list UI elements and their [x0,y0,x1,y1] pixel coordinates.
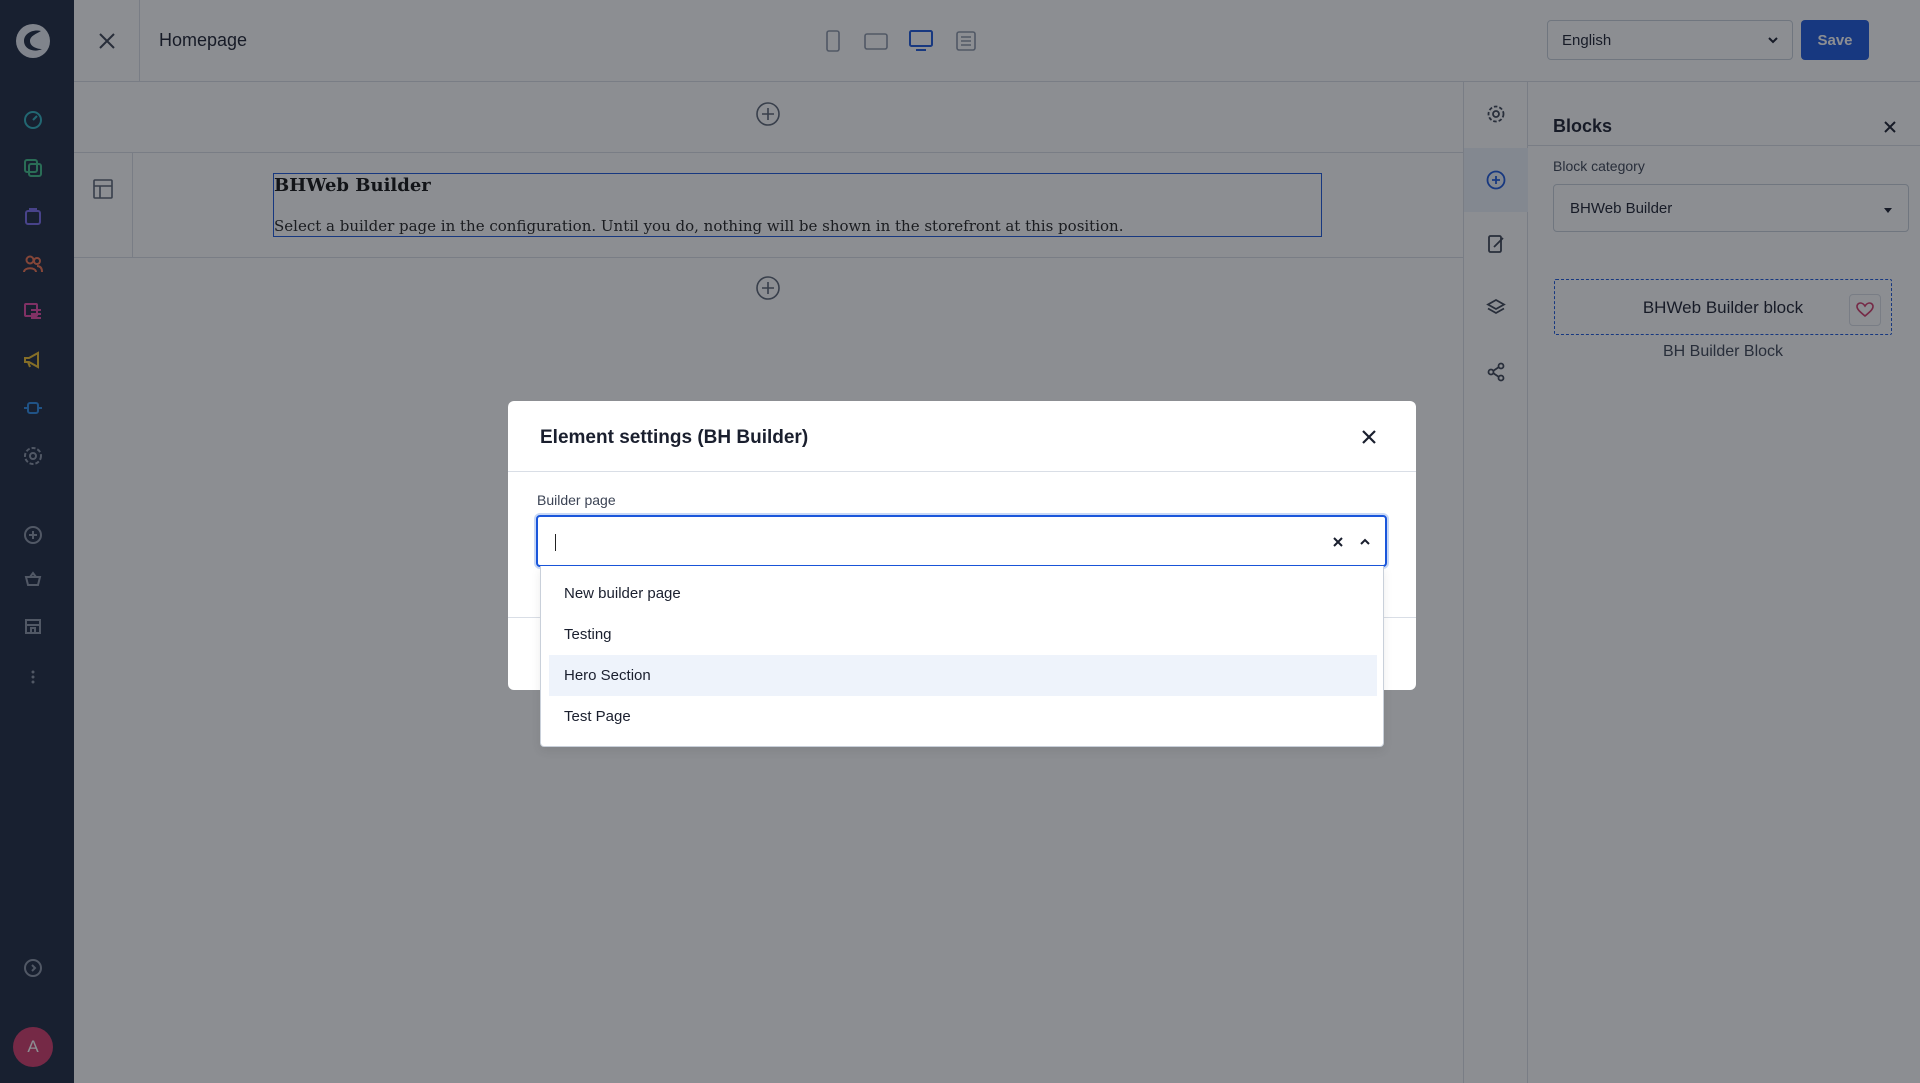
text-cursor [555,534,556,551]
builder-page-options-list: New builder page Testing Hero Section Te… [540,566,1384,747]
close-modal-icon[interactable] [1359,427,1379,447]
chevron-up-icon[interactable] [1357,534,1373,550]
modal-header: Element settings (BH Builder) [508,401,1416,472]
option-testing[interactable]: Testing [549,614,1377,655]
builder-page-select[interactable] [536,515,1387,567]
modal-title: Element settings (BH Builder) [540,427,809,448]
clear-selection-icon[interactable] [1330,534,1346,550]
option-hero-section[interactable]: Hero Section [549,655,1377,696]
option-test-page[interactable]: Test Page [549,696,1377,737]
builder-page-label: Builder page [537,492,616,508]
option-new-builder-page[interactable]: New builder page [549,573,1377,614]
